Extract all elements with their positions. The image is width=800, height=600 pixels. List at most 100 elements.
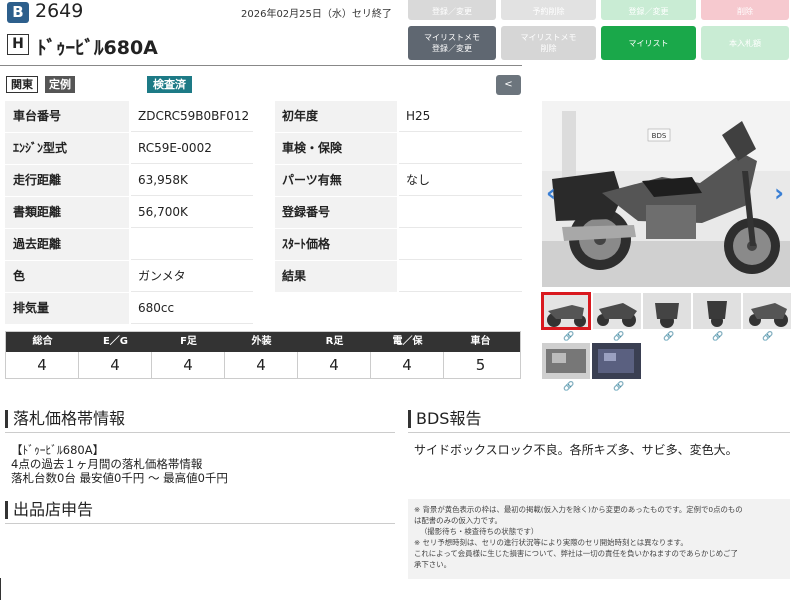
spec-value <box>399 133 522 164</box>
header: B 2649 2026年02月25日（水）セリ終了 H ﾄﾞｩｰﾋﾞﾙ680A … <box>0 0 800 66</box>
spec-label: 車台番号 <box>5 101 129 132</box>
thumb-image <box>592 343 641 379</box>
spec-label: パーツ有無 <box>275 165 397 196</box>
type-badge: H <box>7 34 29 55</box>
mylist-button[interactable]: マイリスト <box>601 26 696 60</box>
thumb-image <box>643 293 691 329</box>
spec-label: ｽﾀｰﾄ価格 <box>275 229 397 260</box>
price-period: 4点の過去１ヶ月間の落札価格帯情報 <box>11 457 203 471</box>
spec-label: ｴﾝｼﾞﾝ型式 <box>5 133 129 164</box>
spec-value: 63,958K <box>131 165 253 196</box>
spec-value <box>399 197 522 228</box>
price-model: 【ﾄﾞｩｰﾋﾞﾙ680A】 <box>11 443 105 457</box>
bds-report-text: サイドボックスロック不良。各所キズ多、サビ多、変色大。 <box>414 443 738 457</box>
left-edge-line <box>0 578 1 600</box>
region-tag: 関東 <box>6 76 38 93</box>
bid-amount-button[interactable]: 本入札額 <box>701 26 789 60</box>
price-section-title: 落札価格帯情報 <box>5 410 125 428</box>
reservation-delete-button[interactable]: 予約削除 <box>501 0 596 20</box>
photo-thumbnail[interactable] <box>593 293 641 329</box>
register-change-green-button[interactable]: 登録／変更 <box>601 0 696 20</box>
button-label: 本入札額 <box>729 38 761 48</box>
link-icon[interactable]: 🔗 <box>613 382 624 392</box>
spec-row: 色 ガンメタ 結果 <box>5 261 522 293</box>
spec-value: 680cc <box>131 293 253 324</box>
model-name: ﾄﾞｩｰﾋﾞﾙ680A <box>37 37 158 59</box>
note-line: は配書のみの仮入力です。 <box>414 516 502 525</box>
thumb-image <box>593 293 641 329</box>
photo-thumbnail[interactable] <box>592 343 641 379</box>
spec-value: ガンメタ <box>131 261 253 292</box>
link-icon[interactable]: 🔗 <box>563 332 574 342</box>
mylist-memo-register-button[interactable]: マイリストメモ 登録／変更 <box>408 26 496 60</box>
spec-value: なし <box>399 165 522 196</box>
note-line: ※ セリ予想時刻は、セリの進行状況等により実際のセリ開始時刻とは異なります。 <box>414 538 688 547</box>
link-icon[interactable]: 🔗 <box>563 382 574 392</box>
thumb-image <box>542 343 590 379</box>
score-value: 4 <box>371 352 444 378</box>
score-value: 5 <box>475 356 486 374</box>
watermark-text: BDS <box>652 132 667 140</box>
prev-photo-icon[interactable]: ‹ <box>546 179 556 207</box>
price-info: 【ﾄﾞｩｰﾋﾞﾙ680A】 4点の過去１ヶ月間の落札価格帯情報 落札台数0台 最… <box>11 443 228 485</box>
score-value: 4 <box>225 352 298 378</box>
price-range: 落札台数0台 最安値0千円 〜 最高値0千円 <box>11 471 228 485</box>
photo-thumbnail[interactable] <box>643 293 691 329</box>
spec-value <box>131 229 253 260</box>
score-header: 外装 <box>251 336 272 347</box>
next-photo-icon[interactable]: › <box>774 179 784 207</box>
spec-label: 色 <box>5 261 129 292</box>
section-divider <box>5 523 395 524</box>
type-tag: 定例 <box>45 76 75 93</box>
link-icon[interactable]: 🔗 <box>762 332 773 342</box>
note-line: 承下さい。 <box>414 560 451 569</box>
delete-button[interactable]: 削除 <box>701 0 789 20</box>
prev-button[interactable]: < <box>496 75 521 95</box>
bds-section-title: BDS報告 <box>408 410 481 428</box>
spec-row: 書類距離 56,700K 登録番号 <box>5 197 522 229</box>
photo-thumbnail[interactable] <box>541 292 591 330</box>
spec-row: 排気量 680cc <box>5 293 522 325</box>
thumb-image <box>542 293 590 329</box>
spec-row: 過去距離 ｽﾀｰﾄ価格 <box>5 229 522 261</box>
spec-value: 56,700K <box>131 197 253 228</box>
button-label: マイリストメモ <box>520 33 577 42</box>
dealer-section-title: 出品店申告 <box>5 501 93 519</box>
link-icon[interactable]: 🔗 <box>663 332 674 342</box>
photo-thumbnail[interactable] <box>542 343 590 379</box>
spec-value: H25 <box>399 101 522 132</box>
score-value: 4 <box>6 352 79 378</box>
note-line: （撮影待ち・検査待ちの状態です） <box>420 527 539 536</box>
spec-label: 車検・保険 <box>275 133 397 164</box>
score-values: 4 4 4 4 4 4 5 <box>6 352 520 378</box>
button-label: 登録／変更 <box>628 6 669 16</box>
note-line: ※ 背景が黄色表示の枠は、最初の掲載(仮入力を除く)から変更のあったものです。定… <box>414 505 743 514</box>
spec-row: 走行距離 63,958K パーツ有無 なし <box>5 165 522 197</box>
score-header: 総合 <box>32 336 53 347</box>
lot-number: 2649 <box>35 0 84 22</box>
register-change-button-top[interactable]: 登録／変更 <box>408 0 496 20</box>
score-value: 4 <box>79 352 152 378</box>
score-header: E／G <box>102 336 129 347</box>
lot-badge: B <box>7 2 29 23</box>
photo-thumbnail[interactable] <box>693 293 741 329</box>
score-table: 総合 E／G F足 外装 R足 電／保 車台 4 4 4 4 4 4 5 <box>5 331 521 379</box>
spec-label: 結果 <box>275 261 397 292</box>
link-icon[interactable]: 🔗 <box>712 332 723 342</box>
button-label: 削除 <box>737 6 753 16</box>
spec-value <box>399 229 522 260</box>
photo-thumbnail[interactable] <box>743 293 791 329</box>
score-value: 4 <box>152 352 225 378</box>
section-divider <box>5 432 395 433</box>
score-header: 電／保 <box>392 336 423 347</box>
spec-label: 走行距離 <box>5 165 129 196</box>
spec-label: 登録番号 <box>275 197 397 228</box>
button-label: 予約削除 <box>532 6 565 16</box>
link-icon[interactable]: 🔗 <box>613 332 624 342</box>
thumb-image <box>743 293 791 329</box>
main-photo[interactable]: BDS › ‹ <box>542 101 790 287</box>
button-label: マイリストメモ <box>424 33 480 42</box>
mylist-memo-delete-button[interactable]: マイリストメモ 削除 <box>501 26 596 60</box>
section-divider <box>408 432 790 433</box>
score-value: 4 <box>298 352 371 378</box>
